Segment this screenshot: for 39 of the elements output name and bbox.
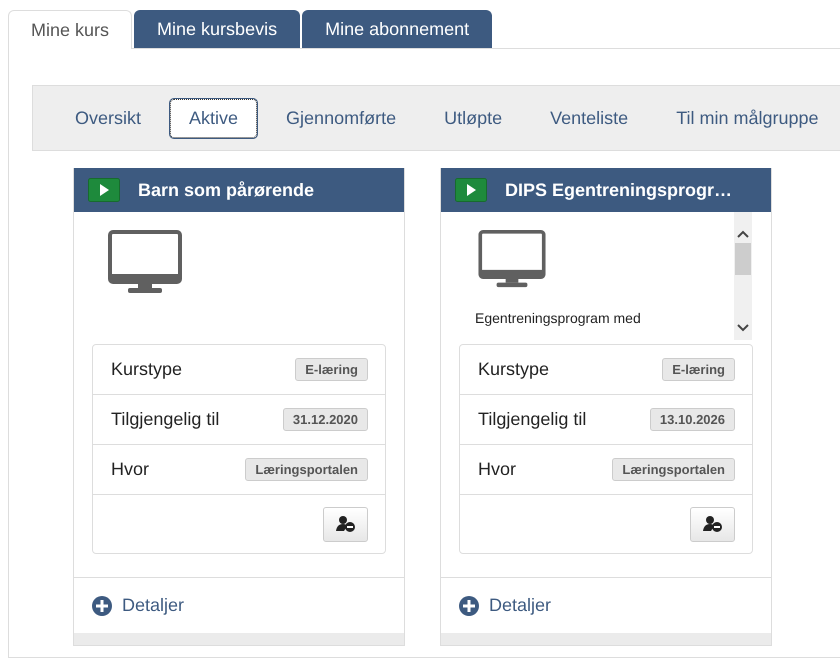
play-icon[interactable] (88, 178, 120, 202)
info-value: E-læring (295, 358, 368, 381)
info-value: 13.10.2026 (650, 408, 735, 431)
info-label: Tilgjengelig til (478, 409, 586, 430)
plus-icon (92, 596, 112, 616)
course-title: Barn som pårørende (138, 180, 314, 200)
info-label: Kurstype (111, 359, 182, 380)
info-value: E-læring (662, 358, 735, 381)
details-link[interactable]: Detaljer (459, 595, 552, 616)
info-label: Hvor (111, 459, 150, 480)
tab[interactable]: Mine abonnement (302, 10, 492, 48)
info-value: 31.12.2020 (282, 408, 368, 431)
chevron-up-icon[interactable] (737, 230, 749, 238)
tab[interactable]: Mine kurs (8, 10, 132, 49)
chevron-down-icon[interactable] (737, 324, 749, 332)
filter-tab[interactable]: Oversikt (56, 98, 160, 138)
unenroll-button[interactable] (690, 506, 735, 542)
monitor-icon (108, 230, 182, 294)
info-value: Læringsportalen (612, 458, 735, 481)
scroll-thumb[interactable] (735, 243, 751, 275)
course-description: Egentreningsprogram med (475, 310, 642, 326)
tab[interactable]: Mine kursbevis (134, 10, 300, 48)
info-label: Tilgjengelig til (111, 409, 220, 430)
unenroll-button[interactable] (323, 506, 368, 542)
course-title: DIPS Egentreningsprogr… (505, 180, 732, 200)
plus-icon (459, 596, 479, 616)
filter-tab[interactable]: Utløpte (425, 98, 522, 138)
info-value: Læringsportalen (245, 458, 368, 481)
filter-tab[interactable]: Aktive (170, 98, 258, 138)
scrollbar[interactable] (734, 212, 752, 340)
filter-tab[interactable]: Til min målgruppe (657, 98, 838, 138)
info-label: Hvor (478, 459, 516, 480)
play-icon[interactable] (455, 178, 487, 202)
filter-tab[interactable]: Gjennomførte (267, 98, 416, 138)
details-link[interactable]: Detaljer (92, 595, 184, 616)
info-label: Kurstype (478, 359, 550, 380)
remove-user-icon (702, 515, 722, 533)
filter-tab[interactable]: Venteliste (531, 98, 648, 138)
remove-user-icon (336, 515, 356, 533)
